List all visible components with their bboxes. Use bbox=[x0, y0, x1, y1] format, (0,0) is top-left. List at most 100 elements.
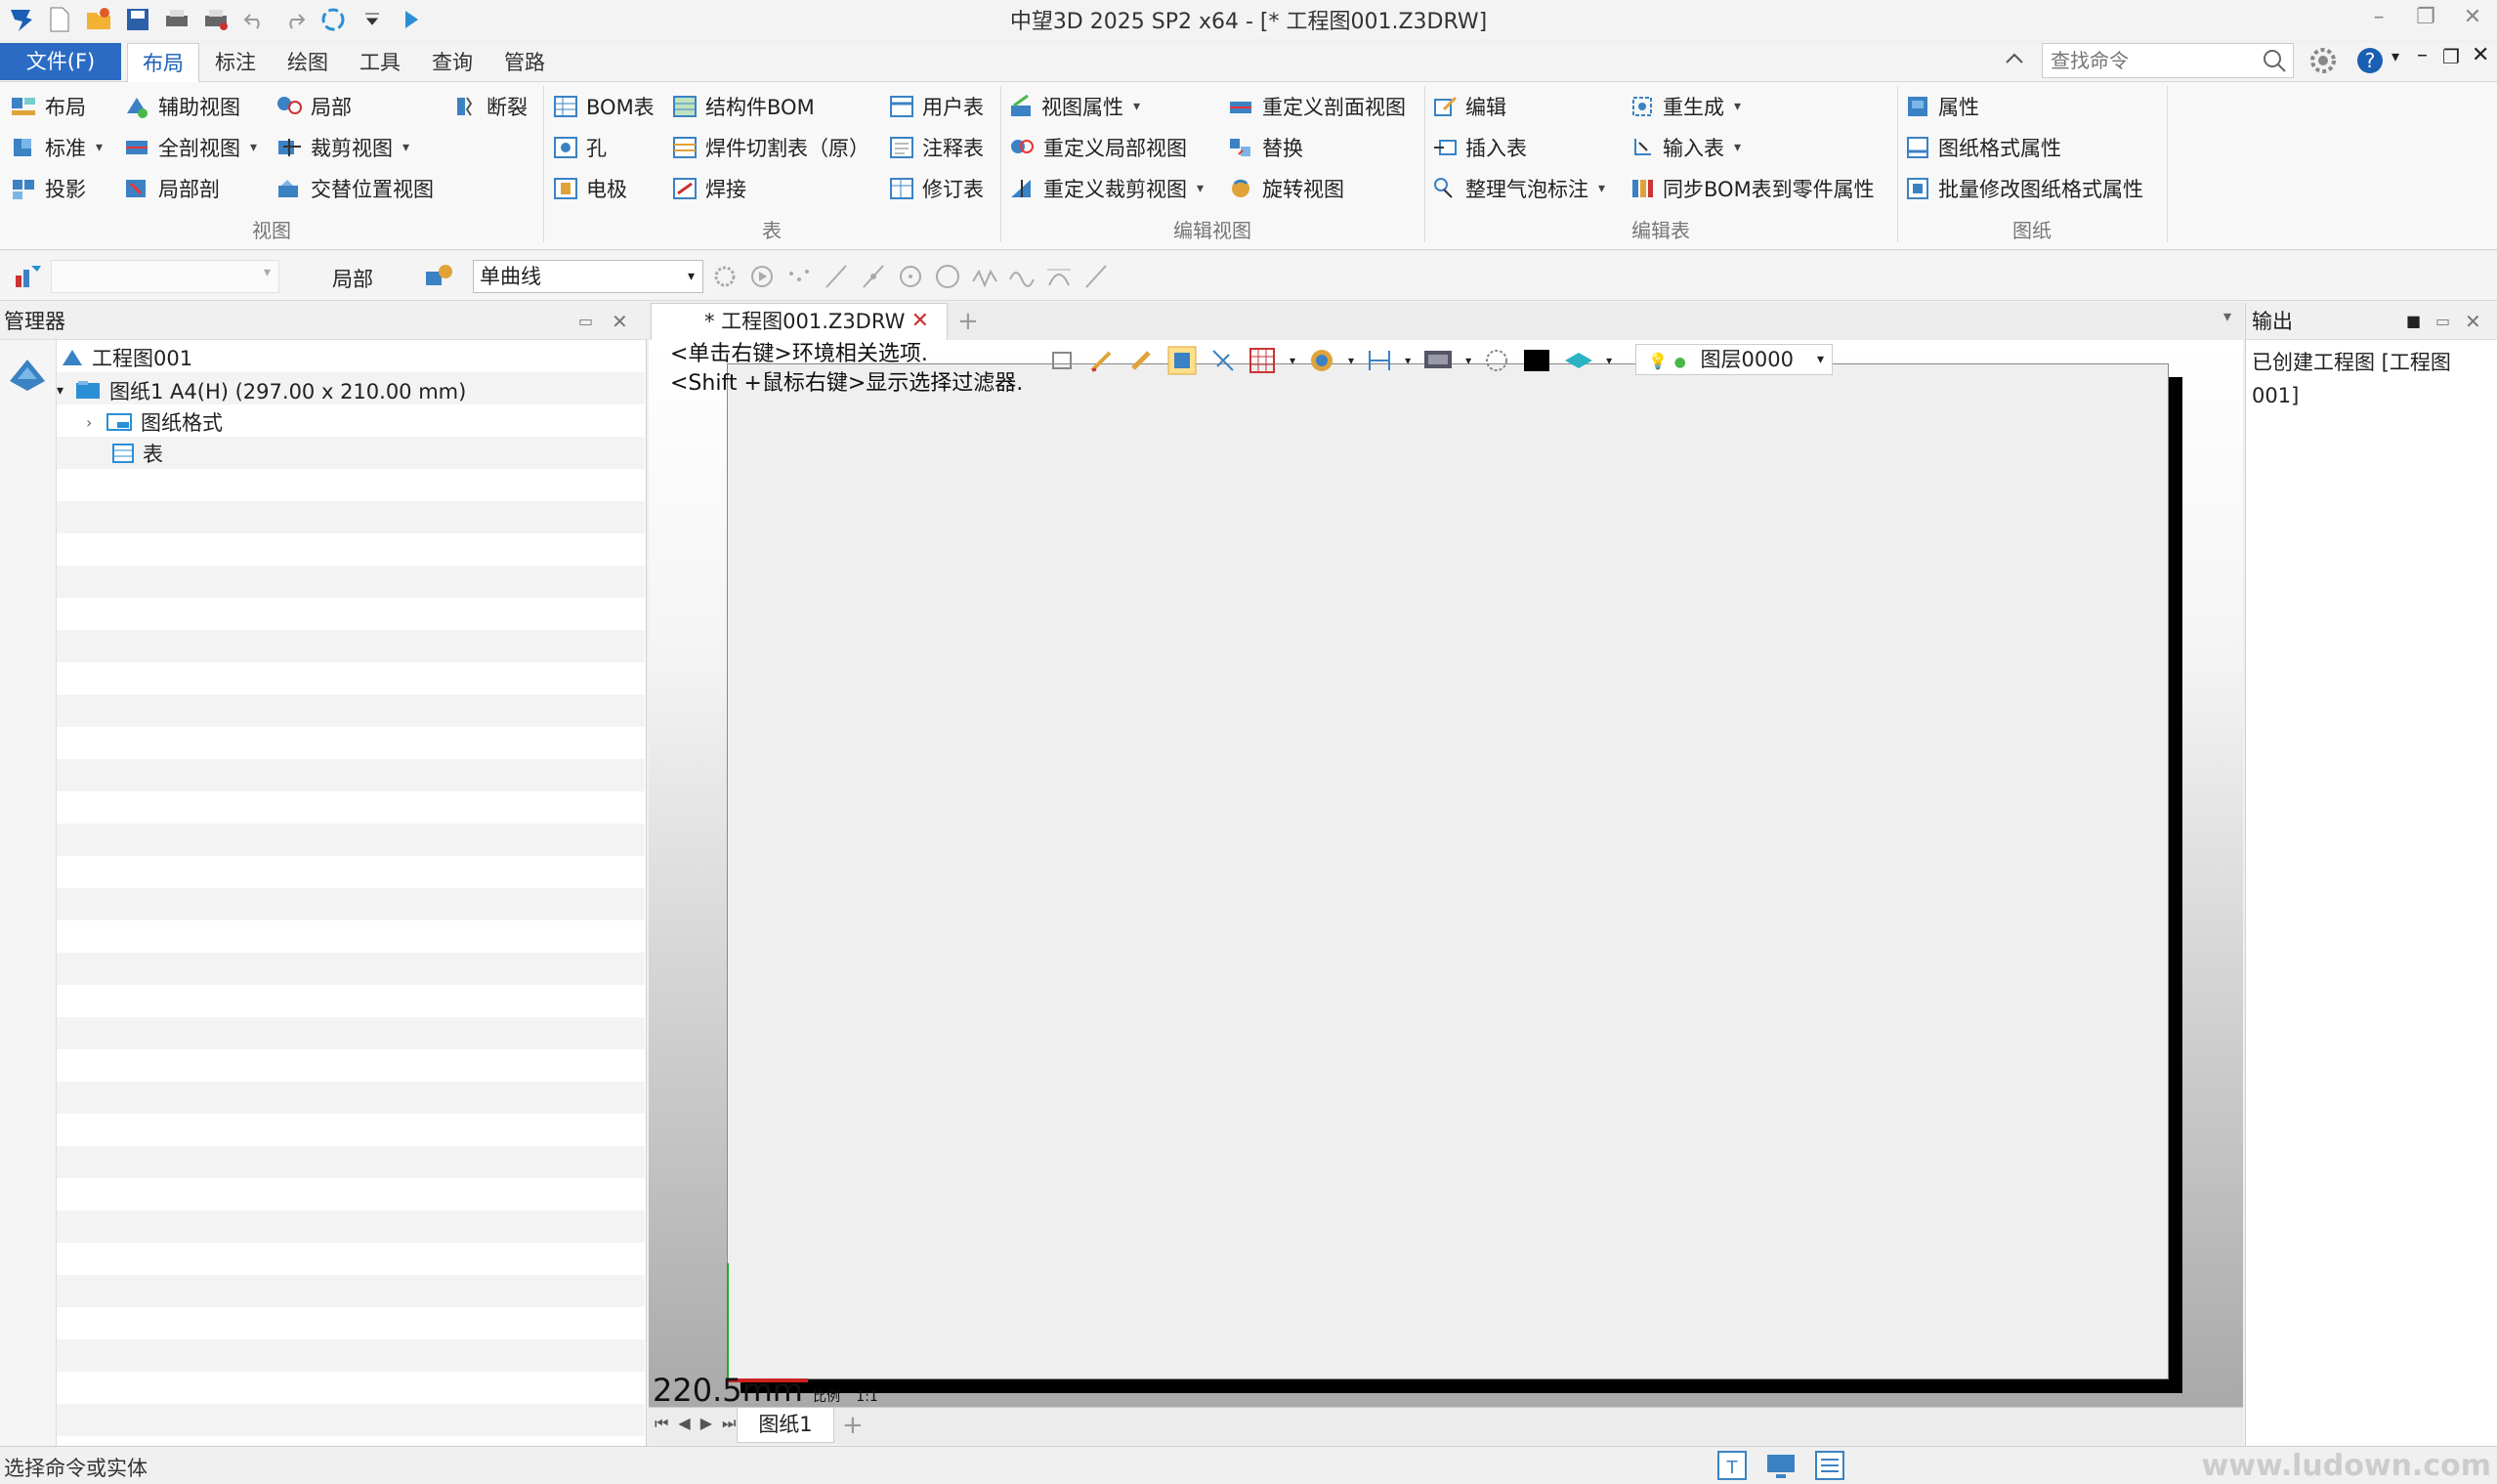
hole-table-button[interactable]: 孔 bbox=[553, 131, 607, 164]
tree-node-format[interactable]: › 图纸格式 bbox=[86, 406, 223, 438]
snap-settings-icon[interactable] bbox=[1307, 346, 1336, 375]
rotate-view-button[interactable]: 旋转视图 bbox=[1227, 172, 1344, 205]
display-icon[interactable] bbox=[1764, 1449, 1798, 1482]
measure-icon[interactable] bbox=[1209, 347, 1237, 374]
display-mode-dropdown-icon[interactable]: ▾ bbox=[1465, 354, 1471, 367]
manager-float-button[interactable]: ▭ bbox=[578, 303, 593, 340]
app-logo-icon[interactable] bbox=[4, 3, 37, 36]
tab-tools[interactable]: 工具 bbox=[346, 43, 414, 82]
output-float-button[interactable]: ▭ bbox=[2435, 303, 2450, 340]
settings-gear-icon[interactable] bbox=[2307, 45, 2339, 81]
grid-dropdown-icon[interactable]: ▾ bbox=[1290, 354, 1295, 367]
customize-dropdown-icon[interactable] bbox=[356, 3, 389, 36]
bom-table-button[interactable]: BOM表 bbox=[553, 90, 655, 123]
output-pin-button[interactable]: ■ bbox=[2406, 303, 2421, 340]
help-dropdown-icon[interactable]: ▾ bbox=[2391, 47, 2399, 65]
print-icon[interactable] bbox=[160, 3, 193, 36]
filter-combo[interactable]: ▾ bbox=[51, 260, 279, 293]
weldment-bom-button[interactable]: 结构件BOM bbox=[672, 90, 815, 123]
auxiliary-view-button[interactable]: 辅助视图 bbox=[123, 90, 240, 123]
restore-window-button[interactable]: ❐ bbox=[2409, 2, 2442, 33]
tree-node-root[interactable]: 工程图001 bbox=[57, 342, 192, 373]
redo-icon[interactable] bbox=[277, 3, 311, 36]
scope-label[interactable]: 局部 bbox=[332, 264, 373, 293]
last-sheet-button[interactable]: ⏭ bbox=[722, 1414, 736, 1433]
title-block-icon[interactable]: T bbox=[1715, 1449, 1749, 1482]
close-tab-icon[interactable]: ✕ bbox=[911, 304, 929, 339]
doc-close-button[interactable]: ✕ bbox=[2472, 43, 2489, 67]
help-icon[interactable]: ? bbox=[2354, 45, 2386, 81]
sheet-format-properties-button[interactable]: 图纸格式属性 bbox=[1905, 131, 2061, 164]
arrange-balloons-button[interactable]: 整理气泡标注 ▾ bbox=[1432, 172, 1605, 205]
detail-view-button[interactable]: 局部 bbox=[275, 90, 352, 123]
first-sheet-button[interactable]: ⏮ bbox=[655, 1414, 668, 1433]
drawing-sheet[interactable] bbox=[727, 363, 2169, 1382]
brush-icon[interactable] bbox=[1127, 347, 1155, 374]
expand-chevron-right-icon[interactable]: › bbox=[86, 413, 106, 432]
doc-minimize-button[interactable]: – bbox=[2417, 43, 2428, 67]
edit-table-button[interactable]: 编辑 bbox=[1432, 90, 1506, 123]
redefine-section-view-button[interactable]: 重定义剖面视图 bbox=[1227, 90, 1406, 123]
standard-view-button[interactable]: 标准 ▾ bbox=[10, 131, 103, 164]
collapse-ribbon-icon[interactable] bbox=[2003, 47, 2026, 75]
save-icon[interactable] bbox=[121, 3, 154, 36]
full-section-view-button[interactable]: 全剖视图 ▾ bbox=[123, 131, 257, 164]
electrode-table-button[interactable]: 电极 bbox=[553, 172, 627, 205]
dimension-dropdown-icon[interactable]: ▾ bbox=[1405, 354, 1411, 367]
new-tab-button[interactable]: + bbox=[957, 303, 979, 340]
view-properties-button[interactable]: 视图属性 ▾ bbox=[1008, 90, 1140, 123]
annotation-table-button[interactable]: 注释表 bbox=[889, 131, 984, 164]
layer-manager-icon[interactable] bbox=[1563, 347, 1594, 374]
user-table-button[interactable]: 用户表 bbox=[889, 90, 984, 123]
previous-sheet-button[interactable]: ◀ bbox=[678, 1414, 690, 1433]
search-icon[interactable] bbox=[2262, 48, 2287, 78]
print-preview-icon[interactable] bbox=[199, 3, 233, 36]
color-swatch-icon[interactable] bbox=[1522, 348, 1551, 373]
weld-cut-list-button[interactable]: 焊件切割表（原） bbox=[672, 131, 869, 164]
layer-manager-dropdown-icon[interactable]: ▾ bbox=[1606, 354, 1612, 367]
zoom-fit-icon[interactable] bbox=[1049, 347, 1077, 374]
sheet-tab[interactable]: 图纸1 bbox=[737, 1408, 834, 1443]
selection-box-icon[interactable] bbox=[1483, 347, 1510, 374]
new-file-icon[interactable] bbox=[43, 3, 76, 36]
tab-draw[interactable]: 绘图 bbox=[274, 43, 342, 82]
list-view-icon[interactable] bbox=[1813, 1449, 1846, 1482]
tree-node-sheet[interactable]: ▾ 图纸1 A4(H) (297.00 x 210.00 mm) bbox=[57, 375, 466, 406]
display-mode-icon[interactable] bbox=[1422, 347, 1454, 374]
curve-type-dropdown-icon[interactable]: ▾ bbox=[688, 261, 695, 292]
expand-chevron-down-icon[interactable]: ▾ bbox=[57, 383, 74, 399]
next-sheet-button[interactable]: ▶ bbox=[700, 1414, 712, 1433]
break-view-button[interactable]: 断裂 bbox=[453, 90, 528, 123]
regenerate-icon[interactable] bbox=[317, 3, 350, 36]
crop-view-button[interactable]: 裁剪视图 ▾ bbox=[275, 131, 409, 164]
projection-view-button[interactable]: 投影 bbox=[10, 172, 86, 205]
drawing-manager-icon[interactable] bbox=[6, 352, 49, 400]
tab-annotate[interactable]: 标注 bbox=[201, 43, 270, 82]
replace-view-button[interactable]: 替换 bbox=[1227, 131, 1303, 164]
layout-button[interactable]: 布局 bbox=[10, 90, 86, 123]
command-search[interactable] bbox=[2042, 43, 2294, 78]
pick-mode-icon[interactable] bbox=[424, 262, 455, 296]
weld-table-button[interactable]: 焊接 bbox=[672, 172, 746, 205]
dimension-icon[interactable] bbox=[1366, 347, 1393, 374]
batch-modify-format-button[interactable]: 批量修改图纸格式属性 bbox=[1905, 172, 2143, 205]
revision-table-button[interactable]: 修订表 bbox=[889, 172, 984, 205]
run-icon[interactable] bbox=[395, 3, 428, 36]
drawing-canvas[interactable]: <单击右键>环境相关选项. <Shift +鼠标右键>显示选择过滤器. ▾ ▾ … bbox=[649, 340, 2243, 1409]
filter-dropdown-icon[interactable]: ▾ bbox=[264, 265, 271, 280]
filter-icon[interactable] bbox=[14, 262, 43, 296]
redefine-detail-view-button[interactable]: 重定义局部视图 bbox=[1008, 131, 1187, 164]
add-sheet-button[interactable]: + bbox=[842, 1408, 864, 1443]
document-tab[interactable]: * 工程图001.Z3DRW ✕ bbox=[651, 303, 948, 340]
output-close-button[interactable]: ✕ bbox=[2465, 303, 2481, 340]
layer-select[interactable]: 💡 ● 图层0000 ▾ bbox=[1635, 344, 1833, 375]
regenerate-table-button[interactable]: 重生成 ▾ bbox=[1629, 90, 1741, 123]
pencil-icon[interactable] bbox=[1088, 347, 1116, 374]
snap-settings-dropdown-icon[interactable]: ▾ bbox=[1348, 354, 1354, 367]
tab-list-dropdown-icon[interactable]: ▾ bbox=[2223, 307, 2231, 325]
tab-layout[interactable]: 布局 bbox=[127, 43, 199, 82]
manager-close-button[interactable]: ✕ bbox=[612, 303, 628, 340]
layer-dropdown-icon[interactable]: ▾ bbox=[1817, 345, 1824, 374]
file-menu-button[interactable]: 文件(F) bbox=[0, 43, 121, 80]
tree-node-table[interactable]: 表 bbox=[111, 438, 163, 469]
